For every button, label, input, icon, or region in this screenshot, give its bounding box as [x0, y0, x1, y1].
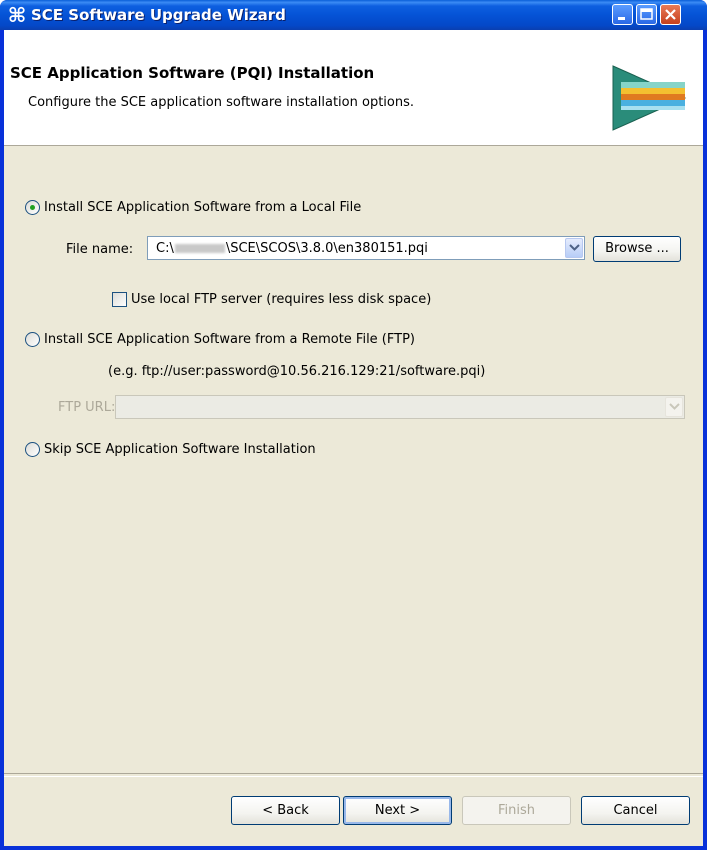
file-name-value[interactable]: C:\ \SCE\SCOS\3.8.0\en380151.pqi — [156, 241, 428, 256]
maximize-icon — [640, 8, 653, 20]
chevron-down-icon — [569, 244, 580, 251]
minimize-icon — [618, 17, 625, 20]
back-button[interactable]: < Back — [231, 796, 340, 825]
remote-file-radio[interactable] — [25, 332, 40, 347]
use-ftp-option[interactable]: Use local FTP server (requires less disk… — [112, 292, 431, 307]
wizard-header: SCE Application Software (PQI) Installat… — [4, 30, 703, 146]
file-name-label: File name: — [66, 242, 134, 257]
next-button[interactable]: Next > — [343, 796, 452, 825]
remote-file-label: Install SCE Application Software from a … — [44, 332, 415, 347]
skip-radio[interactable] — [25, 442, 40, 457]
redacted-username — [174, 244, 225, 253]
local-file-label: Install SCE Application Software from a … — [44, 200, 362, 215]
use-ftp-checkbox[interactable] — [112, 292, 127, 307]
wizard-banner-icon — [612, 65, 687, 131]
page-subtitle: Configure the SCE application software i… — [28, 95, 415, 110]
chevron-down-icon — [669, 403, 680, 410]
ftp-url-combo[interactable] — [115, 395, 685, 419]
browse-button[interactable]: Browse ... — [593, 236, 681, 262]
ftp-url-dropdown-button[interactable] — [665, 397, 683, 417]
cancel-button[interactable]: Cancel — [581, 796, 690, 825]
wizard-window: ⌘ SCE Software Upgrade Wizard SCE Applic… — [0, 0, 707, 850]
file-name-combo[interactable]: C:\ \SCE\SCOS\3.8.0\en380151.pqi — [147, 236, 585, 260]
file-path-prefix: C:\ — [156, 241, 174, 256]
close-button[interactable] — [660, 4, 681, 25]
app-icon: ⌘ — [7, 3, 27, 27]
close-icon — [665, 9, 676, 20]
maximize-button[interactable] — [636, 4, 657, 25]
footer-separator — [4, 773, 703, 777]
file-path-suffix: \SCE\SCOS\3.8.0\en380151.pqi — [225, 241, 428, 256]
ftp-example-text: (e.g. ftp://user:password@10.56.216.129:… — [108, 364, 486, 379]
wizard-body: Install SCE Application Software from a … — [4, 146, 703, 773]
client-area: SCE Application Software (PQI) Installat… — [4, 30, 703, 846]
skip-option[interactable]: Skip SCE Application Software Installati… — [25, 442, 316, 457]
skip-label: Skip SCE Application Software Installati… — [44, 442, 316, 457]
file-name-dropdown-button[interactable] — [565, 238, 583, 258]
local-file-radio[interactable] — [25, 200, 40, 215]
local-file-option[interactable]: Install SCE Application Software from a … — [25, 200, 361, 215]
use-ftp-label: Use local FTP server (requires less disk… — [131, 292, 432, 307]
window-title: SCE Software Upgrade Wizard — [31, 6, 286, 24]
page-title: SCE Application Software (PQI) Installat… — [10, 64, 375, 82]
minimize-button[interactable] — [612, 4, 633, 25]
title-bar[interactable]: ⌘ SCE Software Upgrade Wizard — [0, 0, 707, 30]
remote-file-option[interactable]: Install SCE Application Software from a … — [25, 332, 415, 347]
ftp-url-label: FTP URL: — [58, 400, 116, 415]
finish-button[interactable]: Finish — [462, 796, 571, 825]
